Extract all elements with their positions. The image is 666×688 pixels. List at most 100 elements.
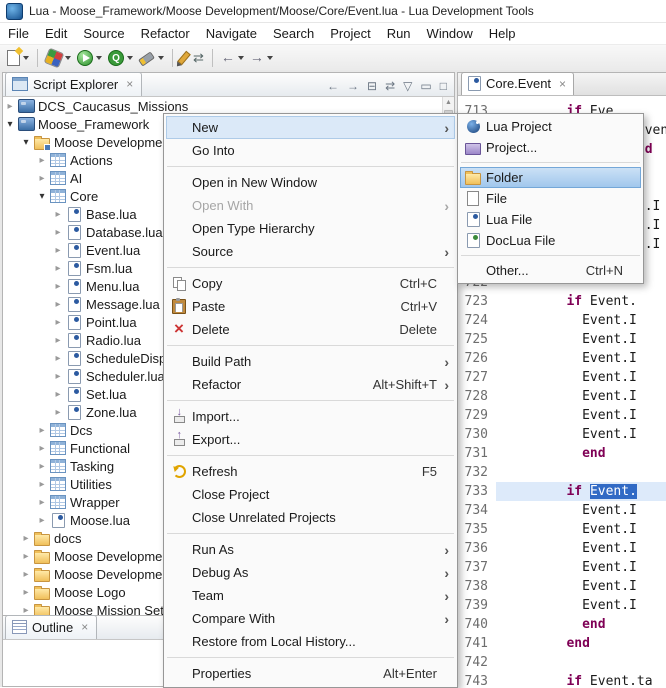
minimize-icon[interactable]: ▭ <box>420 80 431 92</box>
dropdown-caret[interactable] <box>127 56 133 60</box>
context-menu-item-debug-as[interactable]: Debug As› <box>166 561 455 584</box>
context-menu-item-properties[interactable]: PropertiesAlt+Enter <box>166 662 455 685</box>
view-menu-icon[interactable]: ▽ <box>403 80 412 92</box>
chevron-right-icon[interactable]: ▸ <box>35 497 49 508</box>
link-with-editor-icon[interactable]: ⇄ <box>385 80 395 92</box>
context-menu-item-import[interactable]: Import... <box>166 405 455 428</box>
chevron-right-icon[interactable]: ▸ <box>51 407 65 418</box>
submenu-item-lua-file[interactable]: Lua File <box>460 209 641 230</box>
forward-icon[interactable]: → <box>347 80 359 92</box>
context-menu-item-open-with[interactable]: Open With› <box>166 194 455 217</box>
chevron-right-icon[interactable]: ▸ <box>19 551 33 562</box>
chevron-right-icon[interactable]: ▸ <box>51 263 65 274</box>
submenu-item-lua-project[interactable]: Lua Project <box>460 116 641 137</box>
chevron-right-icon[interactable]: ▸ <box>51 299 65 310</box>
menu-run[interactable]: Run <box>379 25 419 42</box>
dropdown-caret[interactable] <box>23 56 29 60</box>
menu-navigate[interactable]: Navigate <box>198 25 265 42</box>
chevron-right-icon[interactable]: ▸ <box>35 425 49 436</box>
chevron-right-icon[interactable]: ▸ <box>35 515 49 526</box>
chevron-right-icon[interactable]: ▸ <box>19 605 33 616</box>
chevron-right-icon[interactable]: ▸ <box>51 227 65 238</box>
tab-script-explorer[interactable]: Script Explorer × <box>5 72 142 96</box>
context-menu-item-source[interactable]: Source› <box>166 240 455 263</box>
collapse-all-icon[interactable]: ⊟ <box>367 80 377 92</box>
menu-refactor[interactable]: Refactor <box>133 25 198 42</box>
dropdown-caret[interactable] <box>65 56 71 60</box>
menu-project[interactable]: Project <box>322 25 378 42</box>
external-tools-button[interactable] <box>43 46 74 70</box>
context-menu-item-open-in-new-window[interactable]: Open in New Window <box>166 171 455 194</box>
submenu-item-project[interactable]: Project... <box>460 137 641 158</box>
menu-source[interactable]: Source <box>75 25 132 42</box>
run-button[interactable] <box>74 46 105 70</box>
menu-folder-icon <box>465 173 481 185</box>
chevron-right-icon[interactable]: ▸ <box>19 533 33 544</box>
chevron-right-icon[interactable]: ▸ <box>51 353 65 364</box>
dropdown-caret[interactable] <box>158 56 164 60</box>
submenu-item-doclua-file[interactable]: DocLua File <box>460 230 641 251</box>
context-menu-item-build-path[interactable]: Build Path› <box>166 350 455 373</box>
scrollbar-up-icon[interactable]: ▲ <box>443 97 454 108</box>
context-menu-item-close-unrelated-projects[interactable]: Close Unrelated Projects <box>166 506 455 529</box>
chevron-right-icon[interactable]: ▸ <box>51 317 65 328</box>
context-menu-item-team[interactable]: Team› <box>166 584 455 607</box>
context-menu-item-paste[interactable]: PasteCtrl+V <box>166 295 455 318</box>
context-menu-item-compare-with[interactable]: Compare With› <box>166 607 455 630</box>
close-icon[interactable]: × <box>559 79 566 89</box>
context-menu-item-copy[interactable]: CopyCtrl+C <box>166 272 455 295</box>
submenu-item-file[interactable]: File <box>460 188 641 209</box>
context-menu-item-export[interactable]: Export... <box>166 428 455 451</box>
coverage-button[interactable] <box>105 46 136 70</box>
chevron-right-icon[interactable]: ▸ <box>35 443 49 454</box>
context-menu-item-refactor[interactable]: RefactorAlt+Shift+T› <box>166 373 455 396</box>
context-menu-item-open-type-hierarchy[interactable]: Open Type Hierarchy <box>166 217 455 240</box>
menu-file[interactable]: File <box>0 25 37 42</box>
maximize-icon[interactable]: □ <box>440 80 447 92</box>
chevron-right-icon[interactable]: ▸ <box>51 371 65 382</box>
chevron-right-icon[interactable]: ▸ <box>35 461 49 472</box>
chevron-right-icon[interactable]: ▸ <box>51 389 65 400</box>
chevron-right-icon[interactable]: ▸ <box>35 155 49 166</box>
dropdown-caret[interactable] <box>267 56 273 60</box>
chevron-down-icon[interactable]: ▾ <box>3 119 17 130</box>
chevron-down-icon[interactable]: ▾ <box>35 191 49 202</box>
dropdown-caret[interactable] <box>96 56 102 60</box>
chevron-right-icon[interactable]: ▸ <box>51 335 65 346</box>
search-button[interactable] <box>136 46 167 70</box>
menu-help[interactable]: Help <box>481 25 524 42</box>
submenu-item-other[interactable]: Other...Ctrl+N <box>460 260 641 281</box>
chevron-right-icon[interactable]: ▸ <box>35 479 49 490</box>
context-menu-item-restore-from-local-history[interactable]: Restore from Local History... <box>166 630 455 653</box>
chevron-right-icon[interactable]: ▸ <box>35 173 49 184</box>
dropdown-caret[interactable] <box>238 56 244 60</box>
forward-history-button[interactable] <box>247 46 276 70</box>
tab-core-event[interactable]: Core.Event × <box>461 72 574 95</box>
menu-search[interactable]: Search <box>265 25 322 42</box>
chevron-down-icon[interactable]: ▾ <box>19 137 33 148</box>
link-with-editor-button[interactable] <box>190 46 207 70</box>
new-wizard-button[interactable] <box>4 46 32 70</box>
chevron-right-icon[interactable]: ▸ <box>3 101 17 112</box>
last-edit-location-button[interactable] <box>178 46 190 70</box>
chevron-right-icon[interactable]: ▸ <box>19 587 33 598</box>
close-icon[interactable]: × <box>81 622 88 632</box>
back-icon[interactable]: ← <box>327 80 339 92</box>
context-menu-item-delete[interactable]: DeleteDelete <box>166 318 455 341</box>
context-menu-item-new[interactable]: New› <box>166 116 455 139</box>
menu-window[interactable]: Window <box>419 25 481 42</box>
chevron-right-icon[interactable]: ▸ <box>19 569 33 580</box>
context-menu-item-go-into[interactable]: Go Into <box>166 139 455 162</box>
close-icon[interactable]: × <box>126 79 133 89</box>
context-menu-item-close-project[interactable]: Close Project <box>166 483 455 506</box>
chevron-right-icon[interactable]: ▸ <box>51 281 65 292</box>
context-menu-item-refresh[interactable]: RefreshF5 <box>166 460 455 483</box>
tree-item-label: Moose Development <box>51 549 173 564</box>
chevron-right-icon[interactable]: ▸ <box>51 209 65 220</box>
submenu-item-folder[interactable]: Folder <box>460 167 641 188</box>
menu-edit[interactable]: Edit <box>37 25 75 42</box>
tab-outline[interactable]: Outline × <box>5 615 97 639</box>
context-menu-item-run-as[interactable]: Run As› <box>166 538 455 561</box>
back-history-button[interactable] <box>218 46 247 70</box>
chevron-right-icon[interactable]: ▸ <box>51 245 65 256</box>
